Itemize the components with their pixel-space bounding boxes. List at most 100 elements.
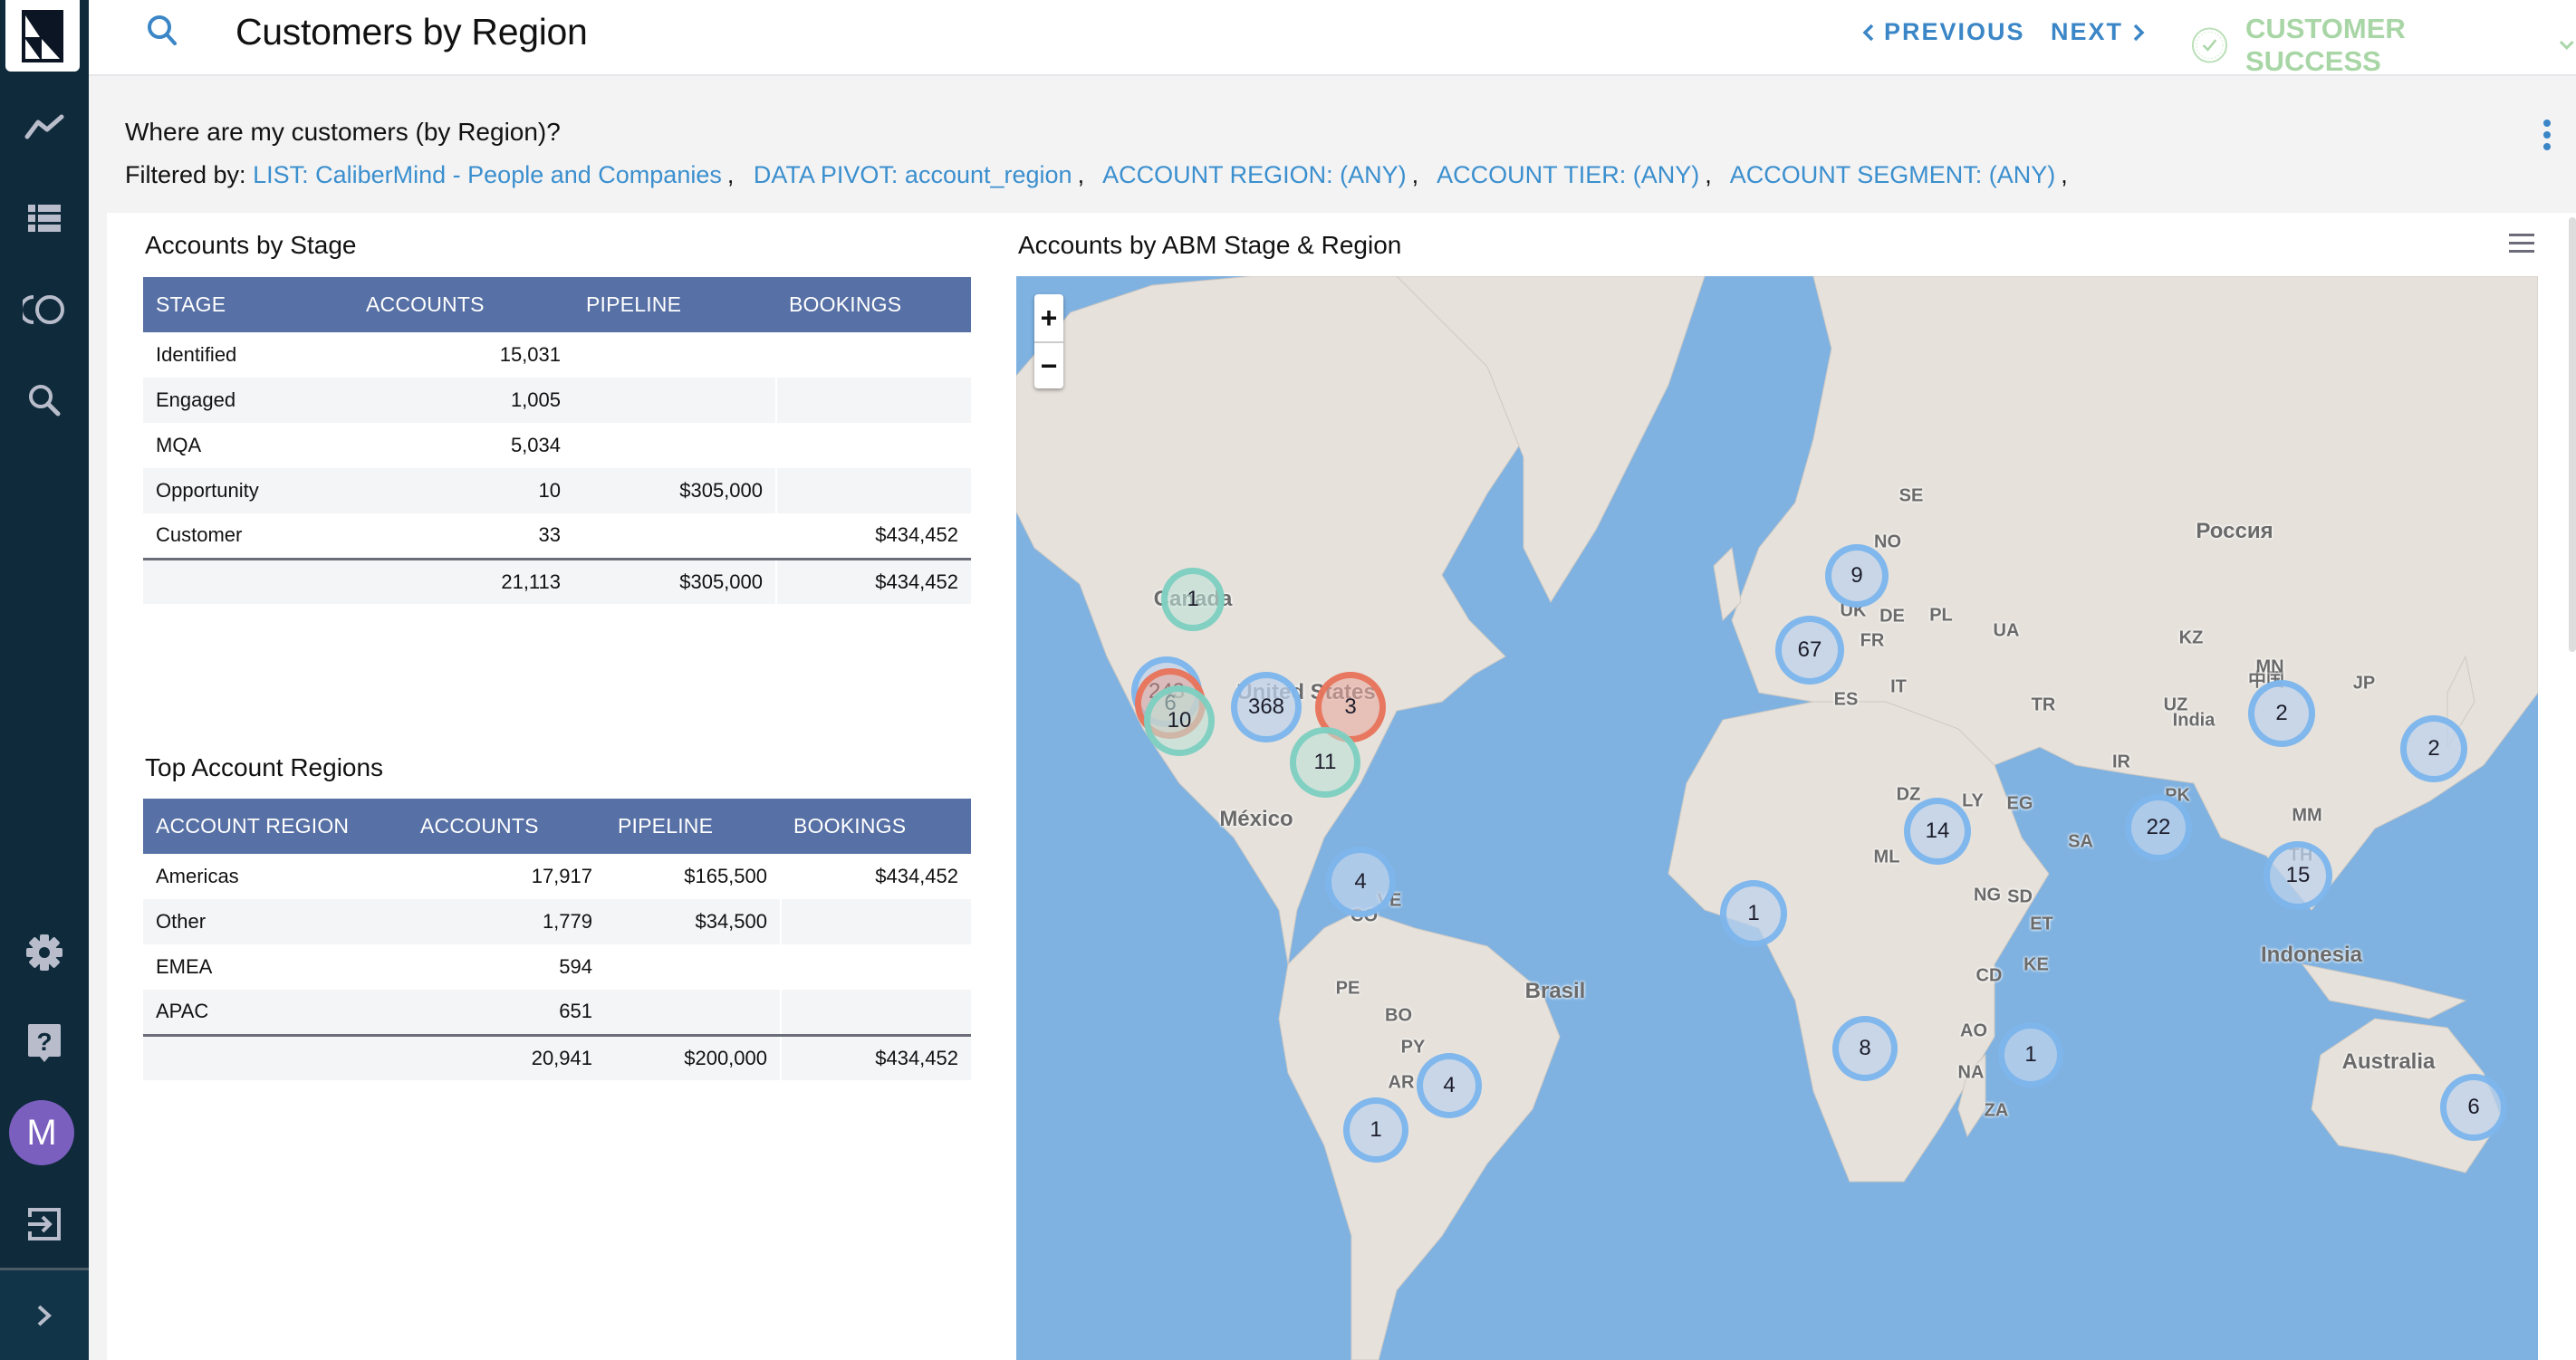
map-cluster-marker[interactable]: 22 <box>2125 794 2192 861</box>
chevron-right-icon <box>37 1305 52 1326</box>
chart-menu-button[interactable] <box>2509 232 2536 255</box>
table-cell <box>573 513 776 559</box>
column-header[interactable]: ACCOUNTS <box>408 799 605 854</box>
map-cluster-marker[interactable]: 1 <box>1161 568 1225 631</box>
table-cell: 33 <box>538 523 561 547</box>
sidebar-item-settings[interactable] <box>0 925 89 980</box>
header-search-button[interactable] <box>145 13 185 53</box>
zoom-out-button[interactable]: − <box>1034 341 1063 388</box>
page-title: Customers by Region <box>235 11 588 53</box>
filter-data-pivot[interactable]: DATA PIVOT: account_region <box>754 161 1072 188</box>
previous-button[interactable]: PREVIOUS <box>1862 18 2025 46</box>
map-title: Accounts by ABM Stage & Region <box>1018 231 1402 259</box>
land-north-america <box>1016 276 1561 965</box>
map-cluster-marker[interactable]: 2 <box>2400 715 2467 782</box>
separator: , <box>1411 161 1419 188</box>
next-button[interactable]: NEXT <box>2051 18 2145 46</box>
user-avatar[interactable]: M <box>9 1100 74 1165</box>
zoom-control: + − <box>1034 294 1063 388</box>
column-header[interactable]: STAGE <box>143 277 353 332</box>
table-cell <box>573 378 776 423</box>
sidebar-item-help[interactable]: ? <box>0 1016 89 1070</box>
table-cell: $34,500 <box>605 899 781 944</box>
table-row: EMEA 594 <box>143 944 971 990</box>
map-cluster-marker[interactable]: 1 <box>1998 1022 2063 1087</box>
app-logo[interactable] <box>5 0 80 72</box>
map-label: NG <box>1974 885 2001 905</box>
journey-icon <box>23 295 64 324</box>
map-cluster-marker[interactable]: 4 <box>1325 847 1396 917</box>
table-cell <box>573 332 776 378</box>
more-options-button[interactable] <box>2536 118 2558 154</box>
map-cluster-marker[interactable]: 9 <box>1825 544 1889 608</box>
table-total-cell <box>143 557 353 604</box>
column-header[interactable]: ACCOUNTS <box>353 277 573 332</box>
map-label: AR <box>1388 1072 1415 1093</box>
map-label: KZ <box>2178 627 2204 648</box>
map-label: DE <box>1879 606 1905 627</box>
sidebar-item-trends[interactable] <box>0 100 89 154</box>
table-cell <box>573 423 776 468</box>
sidebar-item-journeys[interactable] <box>0 283 89 337</box>
table-cell: EMEA <box>156 955 213 978</box>
map-label: Россия <box>2196 519 2273 543</box>
land-south-america <box>1278 909 1561 1360</box>
list-icon <box>28 205 61 232</box>
map-cluster-marker[interactable]: 1 <box>1343 1097 1408 1163</box>
column-header[interactable]: ACCOUNT REGION <box>143 799 408 854</box>
table-cell: 5,034 <box>510 434 561 456</box>
search-icon <box>29 385 61 417</box>
table-cell <box>780 990 971 1035</box>
table-cell: Engaged <box>143 378 353 423</box>
map-label: MN <box>2255 656 2284 677</box>
table-header-row: ACCOUNT REGION ACCOUNTS PIPELINE BOOKING… <box>143 799 971 854</box>
map-label: CD <box>1975 965 2003 986</box>
table-cell: 1,779 <box>408 899 605 944</box>
filter-account-region[interactable]: ACCOUNT REGION: (ANY) <box>1102 161 1407 188</box>
map-cluster-marker[interactable]: 10 <box>1144 685 1215 756</box>
filter-bar: Filtered by: LIST: CaliberMind - People … <box>125 161 2081 189</box>
map-cluster-marker[interactable]: 4 <box>1417 1053 1482 1118</box>
sidebar-item-logout[interactable] <box>0 1197 89 1251</box>
category-dropdown[interactable]: CUSTOMER SUCCESS <box>2190 13 2576 78</box>
table-cell: APAC <box>143 990 408 1035</box>
zoom-in-button[interactable]: + <box>1034 294 1063 341</box>
world-map[interactable]: CanadaUnited StatesMéxicoBrasilРоссияInd… <box>1016 276 2538 1360</box>
map-cluster-marker[interactable]: 11 <box>1290 727 1360 798</box>
column-header[interactable]: PIPELINE <box>605 799 781 854</box>
table-row: Opportunity 10 $305,000 <box>143 468 971 513</box>
table-row: MQA 5,034 <box>143 423 971 468</box>
map-label: NA <box>1957 1062 1985 1083</box>
table-total-cell: 20,941 <box>408 1033 605 1080</box>
map-label: NO <box>1874 532 1901 552</box>
map-label: LY <box>1962 790 1984 811</box>
sidebar-item-search[interactable] <box>0 373 89 427</box>
column-header[interactable]: BOOKINGS <box>781 799 971 854</box>
map-label: PY <box>1400 1037 1426 1058</box>
map-cluster-marker[interactable]: 2 <box>2248 680 2315 747</box>
filter-account-tier[interactable]: ACCOUNT TIER: (ANY) <box>1437 161 1699 188</box>
sidebar-item-reports[interactable] <box>0 191 89 245</box>
filter-list[interactable]: LIST: CaliberMind - People and Companies <box>253 161 722 188</box>
table-cell <box>780 944 971 990</box>
map-label: AO <box>1960 1020 1987 1041</box>
table-total-cell: $200,000 <box>605 1033 781 1080</box>
table-total-cell: 21,113 <box>353 557 573 604</box>
map-cluster-marker[interactable]: 14 <box>1904 798 1971 865</box>
next-label: NEXT <box>2051 18 2124 45</box>
map-cluster-marker[interactable]: 67 <box>1775 616 1844 685</box>
table-cell: 15,031 <box>499 343 561 366</box>
table-cell: $305,000 <box>573 468 776 513</box>
sidebar-expand-button[interactable] <box>0 1270 89 1360</box>
map-cluster-marker[interactable]: 8 <box>1832 1016 1898 1081</box>
map-cluster-marker[interactable]: 6 <box>2440 1074 2507 1141</box>
accounts-by-stage-table: STAGE ACCOUNTS PIPELINE BOOKINGS Identif… <box>143 277 971 604</box>
filter-account-segment[interactable]: ACCOUNT SEGMENT: (ANY) <box>1730 161 2056 188</box>
column-header[interactable]: PIPELINE <box>573 277 776 332</box>
map-cluster-marker[interactable]: 368 <box>1231 672 1302 742</box>
column-header[interactable]: BOOKINGS <box>776 277 971 332</box>
map-cluster-marker[interactable]: 1 <box>1720 880 1787 947</box>
page-scrollbar[interactable] <box>2569 217 2576 652</box>
map-cluster-marker[interactable]: 15 <box>2264 841 2332 910</box>
accounts-by-stage-title: Accounts by Stage <box>145 231 357 259</box>
